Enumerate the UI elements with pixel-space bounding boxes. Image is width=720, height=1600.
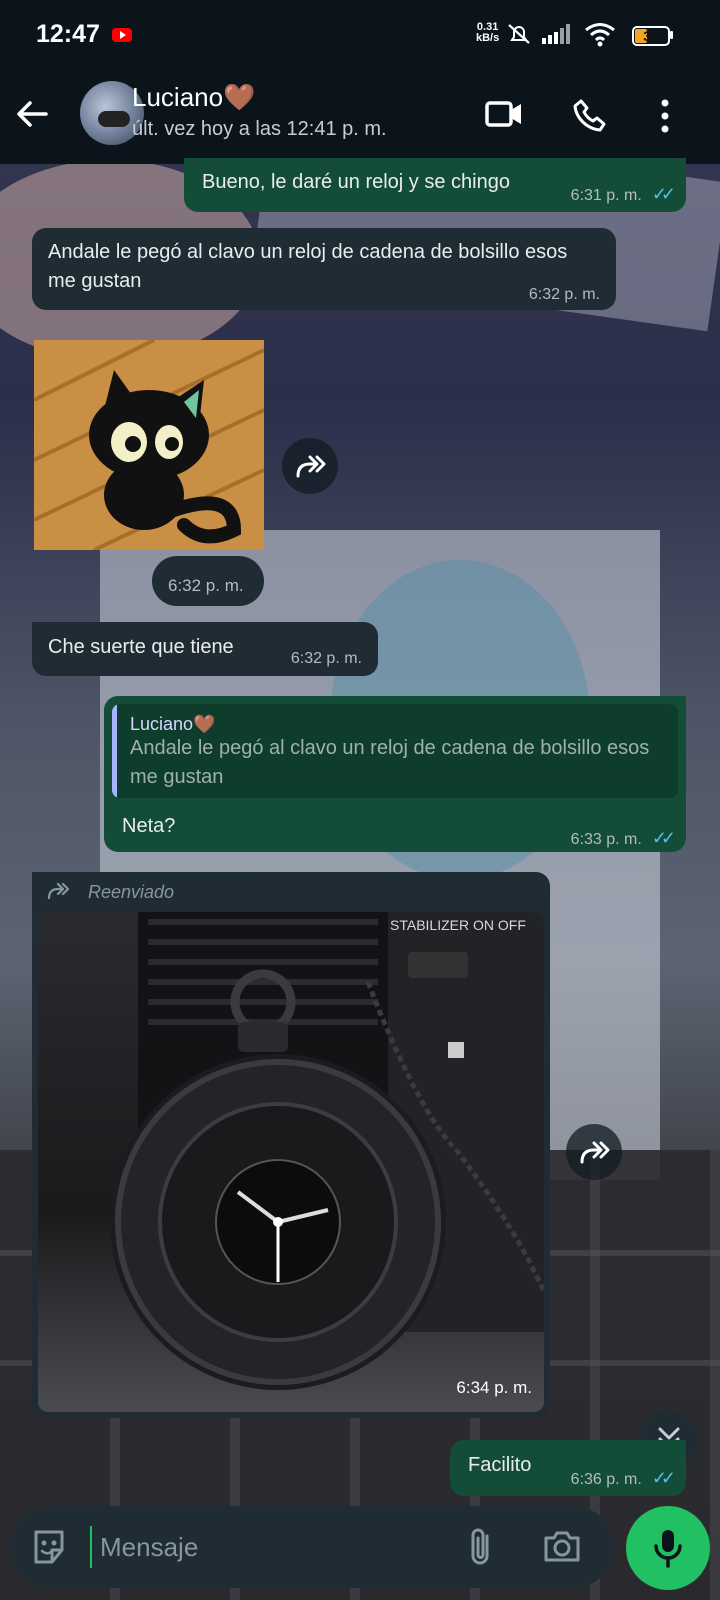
message-text: Andale le pegó al clavo un reloj de cade…: [48, 241, 568, 292]
message-time: 6:36 p. m.: [570, 1471, 642, 1488]
message-text: Neta?: [122, 815, 176, 837]
quoted-message[interactable]: Luciano🤎 Andale le pegó al clavo un relo…: [112, 704, 678, 798]
voice-record-button[interactable]: [626, 1506, 710, 1590]
quote-bar: [112, 704, 117, 798]
forwarded-icon: [47, 882, 70, 900]
last-seen-status: últ. vez hoy a las 12:41 p. m.: [132, 118, 387, 140]
message-time: 6:32 p. m.: [528, 286, 600, 303]
forwarded-label: Reenviado: [88, 882, 175, 902]
read-ticks-icon: ✓✓: [651, 184, 676, 204]
message-bubble-incoming[interactable]: Andale le pegó al clavo un reloj de cade…: [32, 228, 616, 310]
black-cat-sticker: [33, 338, 265, 552]
battery-cap: [670, 31, 673, 39]
forwarded-image-message[interactable]: Reenviado STABILIZER ON OFF 6:34 p. m.: [32, 872, 550, 1418]
message-bubble-outgoing[interactable]: Bueno, le daré un reloj y se chingo 6:31…: [184, 158, 686, 212]
pocket-watch-photo[interactable]: STABILIZER ON OFF 6:34 p. m.: [38, 912, 544, 1412]
message-meta: 6:33 p. m. ✓✓: [570, 824, 676, 854]
status-time: 12:47: [36, 20, 100, 48]
forward-button[interactable]: [282, 438, 338, 494]
message-bubble-incoming[interactable]: Che suerte que tiene 6:32 p. m.: [32, 622, 378, 676]
read-ticks-icon: ✓✓: [651, 828, 676, 848]
forward-icon: [580, 1141, 610, 1164]
network-speed: 0.31 kB/s: [476, 21, 500, 44]
status-bar: 12:47 0.31 kB/s 39: [0, 0, 720, 68]
microphone-icon: [654, 1530, 682, 1568]
back-arrow-icon[interactable]: [12, 94, 52, 134]
video-call-icon[interactable]: [484, 98, 524, 130]
battery-percent: 39: [643, 28, 659, 44]
message-time: 6:34 p. m.: [456, 1378, 532, 1397]
battery-icon: 39: [632, 26, 670, 46]
message-bubble-outgoing[interactable]: Facilito 6:36 p. m. ✓✓: [450, 1440, 686, 1496]
chat-header: Luciano🤎 últ. vez hoy a las 12:41 p. m.: [0, 68, 720, 164]
signal-icon: [542, 24, 570, 44]
message-composer: [10, 1506, 614, 1588]
wifi-icon: [585, 23, 615, 47]
contact-name[interactable]: Luciano🤎: [132, 82, 255, 113]
sticker-time-badge: 6:32 p. m.: [152, 556, 264, 606]
forward-icon: [296, 455, 326, 478]
message-meta: 6:31 p. m. ✓✓: [570, 180, 676, 210]
mute-icon: [508, 24, 530, 44]
message-bubble-outgoing-reply[interactable]: Luciano🤎 Andale le pegó al clavo un relo…: [104, 696, 686, 852]
message-time: 6:31 p. m.: [570, 187, 642, 204]
message-text: Facilito: [468, 1454, 532, 1476]
youtube-notification-icon: [112, 28, 132, 42]
camera-icon[interactable]: [542, 1528, 582, 1564]
message-time: 6:32 p. m.: [168, 576, 244, 595]
sticker-message[interactable]: [33, 338, 265, 552]
attach-icon[interactable]: [468, 1526, 494, 1568]
brown-heart-emoji: 🤎: [223, 82, 256, 112]
quoted-text: Andale le pegó al clavo un reloj de cade…: [130, 737, 650, 788]
pocket-watch-image: STABILIZER ON OFF: [38, 912, 544, 1412]
sticker-emoji-icon[interactable]: [30, 1528, 68, 1566]
message-meta: 6:36 p. m. ✓✓: [570, 1464, 676, 1494]
message-text: Che suerte que tiene: [48, 636, 234, 658]
voice-call-icon[interactable]: [572, 98, 608, 134]
more-options-icon[interactable]: [658, 98, 672, 134]
message-time: 6:32 p. m.: [290, 650, 362, 667]
message-text: Bueno, le daré un reloj y se chingo: [202, 171, 510, 193]
message-input[interactable]: [90, 1526, 460, 1568]
forward-button[interactable]: [566, 1124, 622, 1180]
message-time: 6:33 p. m.: [570, 831, 642, 848]
read-ticks-icon: ✓✓: [651, 1468, 676, 1488]
camera-label-text: STABILIZER ON OFF: [390, 917, 526, 933]
